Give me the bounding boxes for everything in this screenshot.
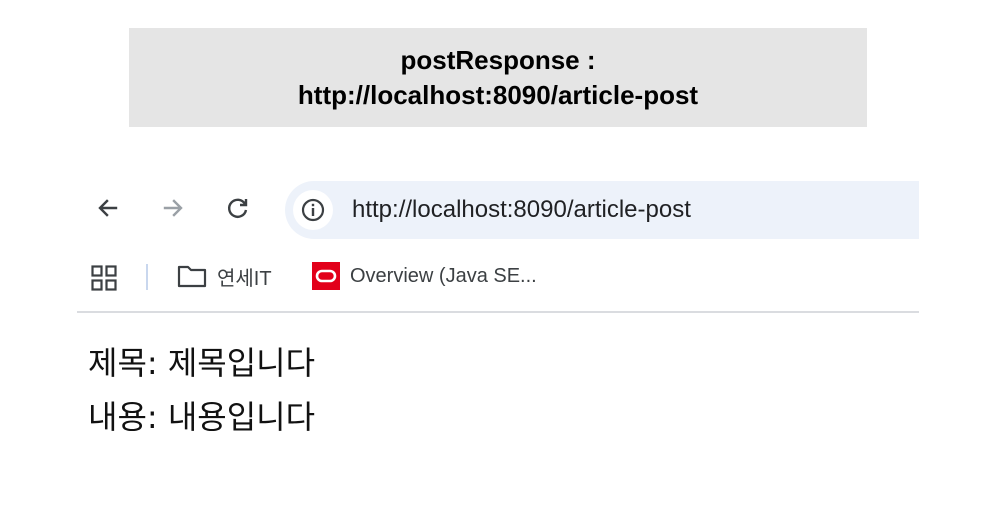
folder-icon — [177, 264, 207, 288]
apps-button[interactable] — [91, 265, 117, 296]
site-info-button[interactable] — [293, 190, 333, 230]
page-content: 제목: 제목입니다 내용: 내용입니다 — [88, 336, 315, 444]
bookmark-label: 연세IT — [217, 267, 272, 290]
url-text[interactable]: http://localhost:8090/article-post — [352, 195, 691, 225]
toolbar-divider — [77, 311, 919, 313]
bookmark-label: Overview (Java SE... — [350, 264, 537, 287]
back-button[interactable] — [92, 192, 124, 224]
bookmarks-divider — [146, 264, 148, 290]
arrow-right-icon — [163, 199, 183, 217]
content-line: 내용: 내용입니다 — [88, 398, 316, 436]
bookmarks-bar: 연세IT Overview (Java SE... — [77, 256, 919, 296]
reload-icon — [228, 198, 248, 218]
title-line: 제목: 제목입니다 — [88, 344, 316, 382]
caption-line-2: http://localhost:8090/article-post — [297, 79, 699, 110]
apps-grid-icon — [91, 265, 117, 291]
forward-button[interactable] — [157, 192, 189, 224]
screenshot: postResponse : http://localhost:8090/art… — [0, 0, 988, 510]
bookmark-folder-yonsei-it[interactable]: 연세IT — [177, 260, 272, 292]
reload-button[interactable] — [222, 192, 254, 224]
caption-box: postResponse : http://localhost:8090/art… — [129, 28, 867, 127]
arrow-left-icon — [98, 199, 118, 217]
address-bar[interactable]: http://localhost:8090/article-post — [285, 181, 919, 239]
oracle-icon — [312, 262, 340, 290]
browser-toolbar: http://localhost:8090/article-post — [77, 176, 919, 242]
bookmark-java-se-overview[interactable]: Overview (Java SE... — [312, 260, 537, 292]
browser-window: http://localhost:8090/article-post 연세IT … — [77, 176, 919, 510]
info-icon — [301, 198, 325, 222]
caption-line-1: postResponse : — [400, 44, 596, 75]
